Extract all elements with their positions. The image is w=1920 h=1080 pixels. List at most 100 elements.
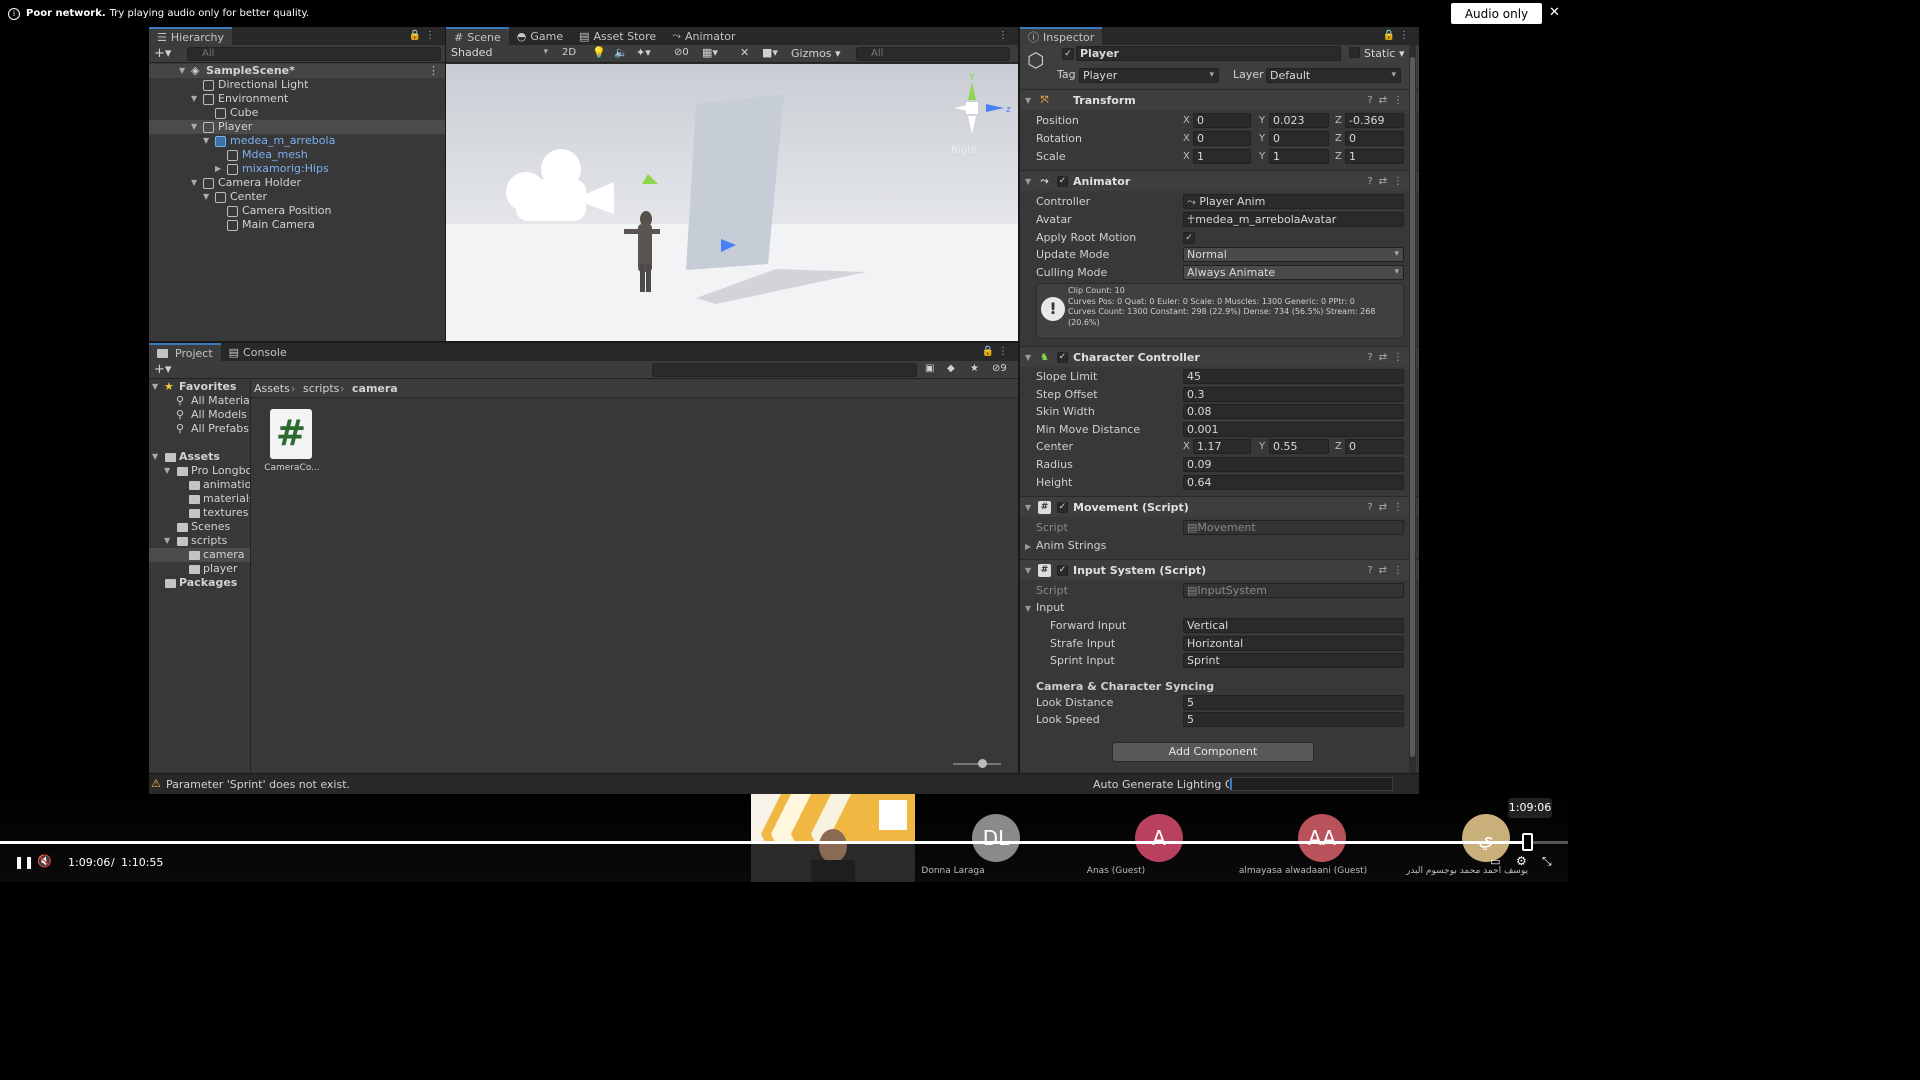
zoom-slider[interactable] [953, 763, 1001, 765]
tree-row[interactable]: Mdea_mesh [149, 148, 445, 162]
pause-icon[interactable]: ❚❚ [14, 855, 34, 869]
asset-filename[interactable]: CameraCo... [262, 463, 322, 473]
tree-row[interactable]: Directional Light [149, 78, 445, 92]
filter-label-icon[interactable]: ◆ [947, 363, 955, 374]
forward-input-field[interactable]: Vertical [1183, 618, 1404, 633]
static-checkbox[interactable] [1349, 47, 1360, 58]
scale-y[interactable]: 1 [1269, 149, 1329, 164]
more-icon[interactable]: ⋮ [998, 30, 1012, 41]
rotation-z[interactable]: 0 [1345, 131, 1404, 146]
hidden-packages-icon[interactable]: ⊘9 [992, 363, 1007, 374]
tree-row[interactable]: ▼ scripts [149, 534, 250, 548]
update-mode-dropdown[interactable]: Normal [1183, 247, 1404, 262]
tab-project[interactable]: Project [149, 343, 221, 361]
favorite-star-icon[interactable]: ★ [970, 363, 979, 374]
hierarchy-search[interactable]: All [187, 47, 441, 61]
audio-only-button[interactable]: Audio only [1451, 3, 1542, 24]
enabled-checkbox[interactable]: ✓ [1057, 502, 1068, 513]
min-move-input[interactable]: 0.001 [1183, 422, 1404, 437]
component-tools-icon[interactable]: ?⇄⋮ [1367, 560, 1409, 581]
panel-menu-icon[interactable]: 🔒⋮ [982, 346, 1012, 357]
sprint-input-field[interactable]: Sprint [1183, 653, 1404, 668]
enabled-checkbox[interactable]: ✓ [1057, 565, 1068, 576]
filter-type-icon[interactable]: ▣ [925, 363, 934, 374]
tree-row[interactable]: materials [149, 492, 250, 506]
audio-icon[interactable]: 🔈 [614, 46, 628, 59]
center-z[interactable]: 0 [1345, 439, 1404, 454]
tab-game[interactable]: ◓ Game [508, 27, 572, 45]
tree-row-packages[interactable]: Packages [149, 576, 250, 590]
more-icon[interactable]: ⋮ [428, 64, 439, 78]
component-tools-icon[interactable]: ?⇄⋮ [1367, 347, 1409, 368]
gear-icon[interactable]: ⚙ [1516, 854, 1527, 868]
animator-header[interactable]: ▼ ⤳ ✓ Animator ?⇄⋮ [1020, 170, 1419, 191]
center-y[interactable]: 0.55 [1269, 439, 1329, 454]
character-controller-header[interactable]: ▼ ♞ ✓ Character Controller ?⇄⋮ [1020, 346, 1419, 367]
anim-strings-foldout[interactable]: ▶ Anim Strings [1025, 537, 1405, 554]
position-z[interactable]: -0.369 [1345, 113, 1404, 128]
transform-header[interactable]: ▼ ⤧ Transform ?⇄⋮ [1020, 89, 1419, 110]
enabled-checkbox[interactable]: ✓ [1057, 176, 1068, 187]
participant-avatar[interactable]: ي [1462, 814, 1510, 862]
tree-row-favorites[interactable]: ▼ ★ Favorites [149, 380, 250, 394]
participant-avatar[interactable]: DL [972, 814, 1020, 862]
tree-row[interactable]: Scenes [149, 520, 250, 534]
tree-row[interactable]: ⚲ All Prefabs [149, 422, 250, 436]
tree-row[interactable]: ▶ mixamorig:Hips [149, 162, 445, 176]
static-dropdown[interactable]: Static ▾ [1364, 47, 1404, 60]
component-tools-icon[interactable]: ?⇄⋮ [1367, 497, 1409, 518]
scale-z[interactable]: 1 [1345, 149, 1404, 164]
active-checkbox[interactable]: ✓ [1062, 48, 1074, 60]
radius-input[interactable]: 0.09 [1183, 457, 1404, 472]
position-y[interactable]: 0.023 [1269, 113, 1329, 128]
tab-console[interactable]: ▤ Console [220, 343, 295, 361]
movement-script-header[interactable]: ▼ # ✓ Movement (Script) ?⇄⋮ [1020, 496, 1419, 517]
component-tools-icon[interactable]: ?⇄⋮ [1367, 90, 1409, 111]
tree-row[interactable]: ▼Pro Longbow [149, 464, 250, 478]
tag-dropdown[interactable]: Player [1079, 68, 1219, 83]
center-x[interactable]: 1.17 [1193, 439, 1251, 454]
input-foldout[interactable]: ▼ Input [1025, 599, 1405, 616]
captions-icon[interactable]: ▭ [1490, 855, 1500, 868]
tree-row[interactable]: Camera Position [149, 204, 445, 218]
tree-row-selected[interactable]: ▼ Player [149, 120, 445, 134]
skin-width-input[interactable]: 0.08 [1183, 404, 1404, 419]
look-speed-input[interactable]: 5 [1183, 712, 1404, 727]
grid-snap-icon[interactable]: ▦▾ [702, 46, 718, 59]
scale-x[interactable]: 1 [1193, 149, 1251, 164]
splitter[interactable] [250, 380, 251, 773]
project-search[interactable] [652, 363, 917, 377]
mode-2d-toggle[interactable]: 2D [562, 47, 576, 58]
inspector-scrollbar[interactable] [1409, 45, 1416, 773]
tree-row[interactable]: Cube [149, 106, 445, 120]
enabled-checkbox[interactable]: ✓ [1057, 352, 1068, 363]
tab-animator[interactable]: ⤳ Animator [664, 27, 744, 45]
breadcrumb-item[interactable]: scripts [303, 380, 339, 398]
position-x[interactable]: 0 [1193, 113, 1251, 128]
add-icon[interactable]: +▾ [154, 362, 171, 377]
add-icon[interactable]: +▾ [154, 46, 171, 61]
csharp-script-icon[interactable]: # [270, 409, 312, 459]
tree-row-assets[interactable]: ▼ Assets [149, 450, 250, 464]
presenter-video[interactable] [751, 794, 915, 882]
effects-icon[interactable]: ✦▾ [636, 46, 651, 59]
tree-row[interactable]: Main Camera [149, 218, 445, 232]
seek-thumb[interactable] [1522, 833, 1534, 851]
close-icon[interactable]: ✕ [1549, 5, 1560, 20]
component-tools-icon[interactable]: ?⇄⋮ [1367, 171, 1409, 192]
camera-settings-icon[interactable]: ■▾ [762, 46, 778, 59]
tree-row[interactable]: ⚲ All Models [149, 408, 250, 422]
participant-avatar[interactable]: AA [1298, 814, 1346, 862]
tree-row[interactable]: ▼ Environment [149, 92, 445, 106]
look-distance-input[interactable]: 5 [1183, 695, 1404, 710]
tree-row[interactable]: ▼ Camera Holder [149, 176, 445, 190]
input-system-header[interactable]: ▼ # ✓ Input System (Script) ?⇄⋮ [1020, 559, 1419, 580]
layer-dropdown[interactable]: Default [1266, 68, 1401, 83]
object-name-input[interactable]: Player [1076, 46, 1341, 61]
lighting-icon[interactable]: 💡 [592, 46, 606, 59]
tab-asset-store[interactable]: ▤ Asset Store [571, 27, 665, 45]
mute-icon[interactable]: 🔇 [37, 854, 52, 868]
zoom-slider-thumb[interactable] [978, 759, 987, 768]
tab-scene[interactable]: # Scene [446, 27, 509, 45]
tree-row[interactable]: ⚲All Materials [149, 394, 250, 408]
